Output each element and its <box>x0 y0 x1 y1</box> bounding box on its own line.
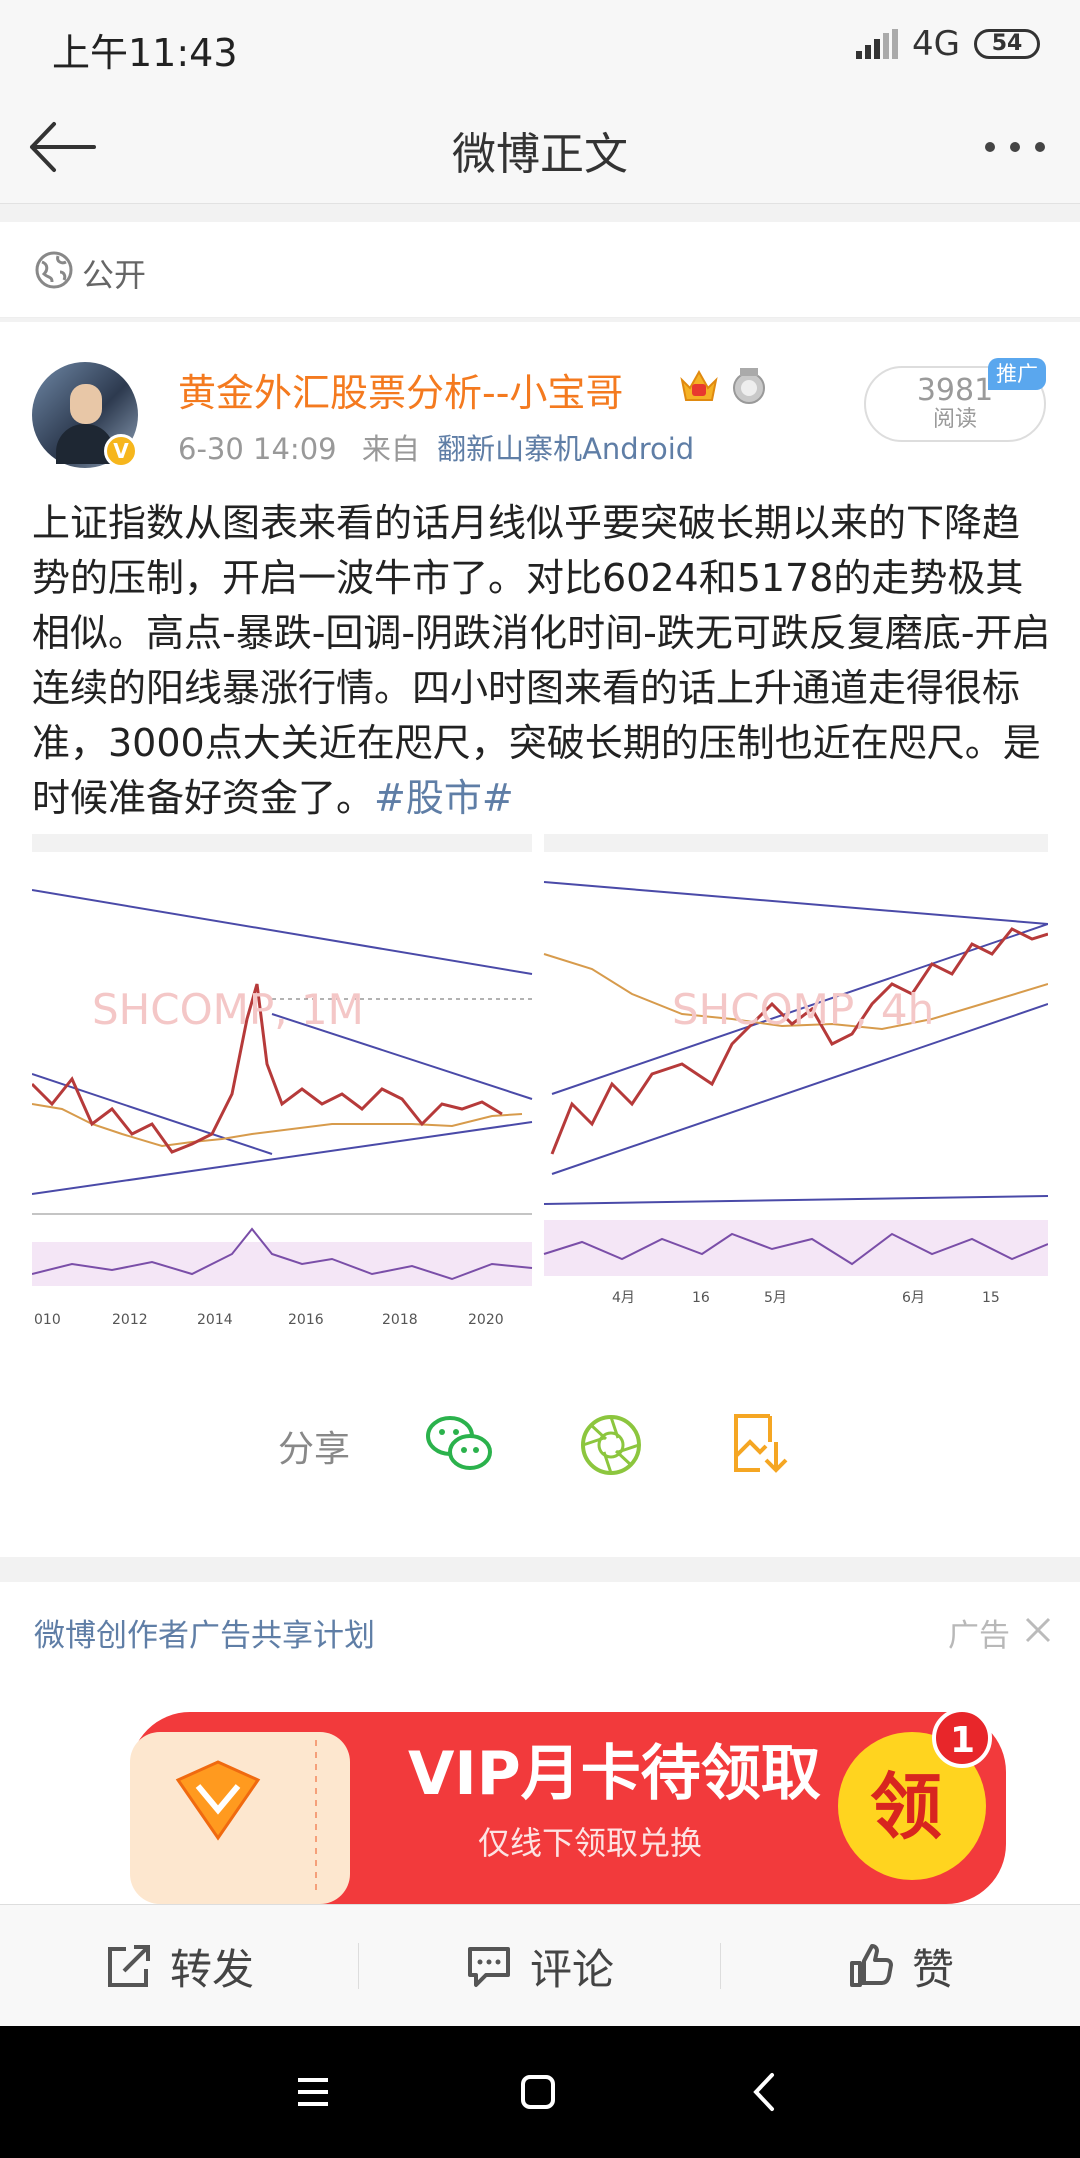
post-text: 上证指数从图表来看的话月线似乎要突破长期以来的下降趋势的压制，开启一波牛市了。对… <box>32 496 1052 826</box>
hashtag-link[interactable]: #股市# <box>374 776 514 820</box>
repost-button[interactable]: 转发 <box>106 1905 254 2027</box>
chart-left-x5: 2020 <box>468 1312 504 1328</box>
visibility-label: 公开 <box>82 256 147 294</box>
divider <box>358 1943 359 1989</box>
chart-left-title: SHCOMP, 1M <box>92 985 364 1034</box>
chart-right-x2: 5月 <box>764 1290 787 1306</box>
post-images[interactable]: SHCOMP, 1M 010 2012 2014 2016 2018 2020 … <box>32 834 1048 1334</box>
ad-title[interactable]: 微博创作者广告共享计划 <box>34 1610 375 1655</box>
comment-label: 评论 <box>530 1944 615 1994</box>
banner-sub-text: 仅线下领取兑换 <box>478 1824 702 1862</box>
divider <box>720 1943 721 1989</box>
post-body: 上证指数从图表来看的话月线似乎要突破长期以来的下降趋势的压制，开启一波牛市了。对… <box>32 501 1051 820</box>
share-label: 分享 <box>278 1429 351 1470</box>
chart-right-title: SHCOMP, 4h <box>672 985 934 1034</box>
chart-right-x0: 4月 <box>612 1290 635 1306</box>
chart-left-x2: 2014 <box>197 1312 233 1328</box>
status-indicators: 4G 54 <box>856 24 1040 64</box>
battery-level: 54 <box>991 31 1023 56</box>
promo-badge: 推广 <box>988 358 1046 390</box>
read-label: 阅读 <box>932 407 977 432</box>
medal-icon <box>733 368 765 404</box>
chart-image-left[interactable]: SHCOMP, 1M 010 2012 2014 2016 2018 2020 <box>32 834 533 1334</box>
post-card: V 黄金外汇股票分析--小宝哥 6-30 14:09 来自 翻新山寨机Andro… <box>0 322 1080 1557</box>
globe-icon <box>35 251 73 289</box>
nav-back-icon[interactable] <box>752 2072 776 2112</box>
chart-image-right[interactable]: SHCOMP, 4h 4月 16 5月 6月 15 <box>543 834 1048 1334</box>
share-row: 分享 <box>278 1412 798 1482</box>
title-bar: 微博正文 <box>0 92 1080 204</box>
thumbs-up-icon <box>850 1944 893 1987</box>
moments-icon[interactable] <box>578 1412 644 1478</box>
avatar[interactable]: V <box>32 362 138 468</box>
chart-right-x1: 16 <box>692 1290 710 1306</box>
banner-count: 1 <box>950 1720 975 1761</box>
chart-right-x4: 15 <box>982 1290 1000 1306</box>
repost-label: 转发 <box>170 1944 255 1994</box>
chart-left-x4: 2018 <box>382 1312 418 1328</box>
comment-icon <box>468 1947 510 1987</box>
network-type: 4G <box>912 24 960 64</box>
signal-icon <box>856 29 899 59</box>
banner-button-text: 领 <box>870 1765 942 1849</box>
post-date: 6-30 14:09 <box>178 432 337 466</box>
source-prefix: 来自 <box>361 432 420 466</box>
menu-icon[interactable] <box>296 2076 330 2108</box>
chart-left-x1: 2012 <box>112 1312 148 1328</box>
avatar-face <box>70 384 102 424</box>
status-bar: 上午11:43 4G 54 <box>0 0 1080 92</box>
chart-left-x0: 010 <box>34 1312 61 1328</box>
post-meta: 6-30 14:09 来自 翻新山寨机Android <box>178 426 694 468</box>
ad-label: 广告 <box>948 1618 1010 1654</box>
repost-icon <box>108 1945 150 1987</box>
ad-card[interactable]: 微博创作者广告共享计划 广告 VIP月卡待领取 仅线下领取兑换 领 1 <box>0 1582 1080 1904</box>
wechat-icon[interactable] <box>424 1412 494 1476</box>
like-button[interactable]: 赞 <box>848 1905 954 2027</box>
vip-banner[interactable]: VIP月卡待领取 仅线下领取兑换 领 1 <box>130 1710 1006 1904</box>
vip-crown-icon <box>680 369 718 401</box>
visibility-bar: 公开 <box>0 222 1080 318</box>
chart-left-x3: 2016 <box>288 1312 324 1328</box>
close-icon[interactable] <box>1024 1616 1052 1644</box>
verified-badge-icon: V <box>104 434 138 468</box>
page-title: 微博正文 <box>452 129 628 180</box>
post-source[interactable]: 翻新山寨机Android <box>437 432 694 466</box>
like-label: 赞 <box>912 1944 955 1994</box>
banner-main-text: VIP月卡待领取 <box>408 1739 821 1809</box>
username[interactable]: 黄金外汇股票分析--小宝哥 <box>178 362 623 417</box>
battery-icon: 54 <box>974 29 1040 59</box>
save-image-icon[interactable] <box>730 1412 792 1476</box>
status-time: 上午11:43 <box>52 31 238 75</box>
system-nav-bar <box>0 2026 1080 2158</box>
more-options-icon[interactable] <box>980 122 1050 172</box>
chart-right-x3: 6月 <box>902 1290 925 1306</box>
comment-button[interactable]: 评论 <box>466 1905 614 2027</box>
home-icon[interactable] <box>520 2074 556 2110</box>
action-bar: 转发 评论 赞 <box>0 1904 1080 2026</box>
